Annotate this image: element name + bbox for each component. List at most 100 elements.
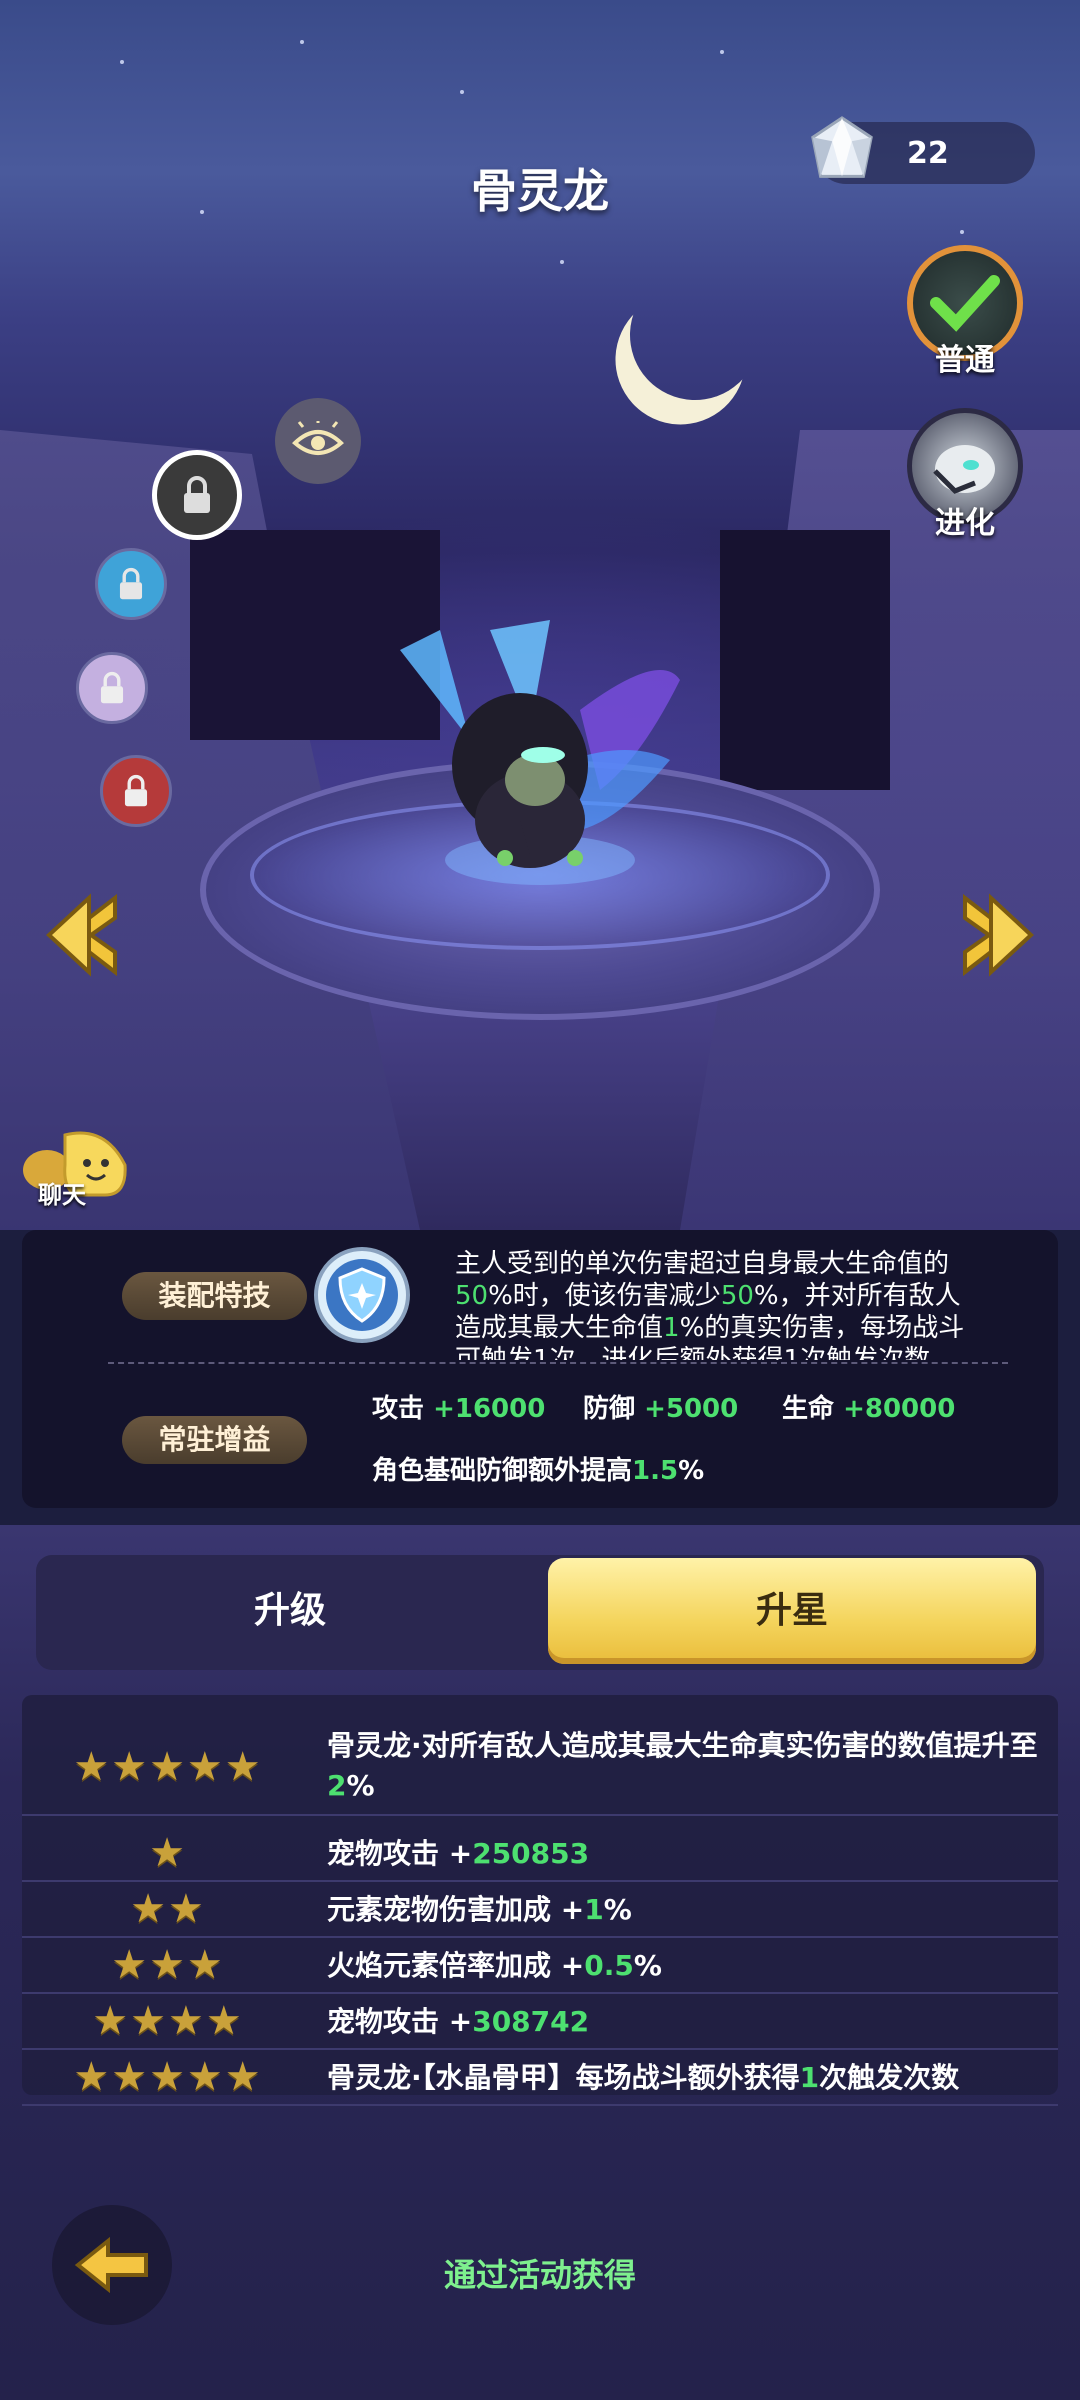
lock-icon <box>119 567 143 600</box>
evolve-mode-label: 进化 <box>935 506 995 541</box>
star-icon: ★ <box>186 2054 223 2100</box>
pet-dragon-image <box>400 620 680 885</box>
stat-attack: 攻击 +16000 <box>372 1388 545 1425</box>
bonus-prefix: 宠物攻击 + <box>327 2005 473 2038</box>
skill-desc-value: 50 <box>455 1281 489 1311</box>
passive-buff-tag: 常驻增益 <box>122 1416 307 1464</box>
star-bonus-row: ★ ★ ★ ★ 宠物攻击 +308742 <box>22 1994 1058 2050</box>
bonus-value: 308742 <box>472 2005 590 2038</box>
star-icon: ★ <box>111 1744 148 1790</box>
star-icon: ★ <box>149 2054 185 2100</box>
skill-desc-part: 发次数 <box>852 1345 931 1360</box>
skill-desc-value: 1 <box>663 1313 680 1343</box>
star-bonus-text: 宠物攻击 +308742 <box>327 2002 1046 2042</box>
stat-defense: 防御 +5000 <box>583 1388 738 1425</box>
skill-slot-eye[interactable] <box>275 398 361 484</box>
star-icon: ★ <box>73 1744 110 1790</box>
bonus-suffix: % <box>346 1769 375 1802</box>
equip-skill-tag: 装配特技 <box>122 1272 307 1320</box>
lock-icon <box>100 671 124 704</box>
skill-slot-locked-3[interactable] <box>76 652 148 724</box>
bonus-value: 250853 <box>472 1837 590 1870</box>
moon-decoration <box>612 252 779 419</box>
bonus-suffix: 次触发次数 <box>819 2061 960 2094</box>
skill-desc-part: 主人受到的单次伤害超过自身最大生命值的 <box>455 1249 950 1279</box>
star-rating: ★ ★ ★ ★ ★ <box>22 1720 312 1814</box>
evolve-mode-button[interactable]: 进化 <box>905 408 1025 542</box>
shield-skill-icon[interactable] <box>312 1245 412 1345</box>
bonus-prefix: 火焰元素倍率加成 + <box>327 1949 585 1982</box>
bonus-value: 2 <box>327 1769 347 1802</box>
star-rating: ★ ★ ★ <box>22 1938 312 1992</box>
equip-skill-description: 主人受到的单次伤害超过自身最大生命值的50%时，使该伤害减少50%，并对所有敌人… <box>455 1248 975 1360</box>
dark-doorway-right <box>720 530 890 790</box>
star-icon: ★ <box>205 1998 242 2044</box>
skill-desc-value: 50 <box>720 1281 754 1311</box>
star-bonus-row: ★ ★ ★ ★ ★ 骨灵龙·【水晶骨甲】每场战斗额外获得1次触发次数 <box>22 2050 1058 2106</box>
star-rating: ★ <box>22 1826 312 1880</box>
star-icon: ★ <box>92 1998 129 2044</box>
gem-currency-display: 22 <box>811 116 1035 184</box>
crystal-gem-icon <box>811 116 873 178</box>
bonus-value: 1 <box>799 2061 820 2094</box>
star-bonus-text: 火焰元素倍率加成 +0.5% <box>327 1946 1046 1986</box>
eye-icon <box>292 421 344 455</box>
stat-value: +16000 <box>433 1394 546 1424</box>
stat-health: 生命 +80000 <box>782 1388 955 1425</box>
star-bonus-row: ★ 宠物攻击 +250853 <box>22 1826 1058 1882</box>
star-rating: ★ ★ ★ ★ <box>22 1994 312 2048</box>
tab-upgrade[interactable]: 升级 <box>40 1558 540 1664</box>
stat-value: +5000 <box>644 1394 739 1424</box>
previous-pet-arrow-icon[interactable] <box>45 890 125 980</box>
bonus-prefix: 骨灵龙·对所有敌人造成其最大生命真实伤害的数值提升至 <box>327 1729 1038 1762</box>
stat-label: 攻击 <box>372 1394 425 1424</box>
star-icon: ★ <box>111 2054 148 2100</box>
star-bonus-row: ★ ★ ★ 火焰元素倍率加成 +0.5% <box>22 1938 1058 1994</box>
stat-value: +80000 <box>843 1394 956 1424</box>
lock-icon <box>184 476 210 513</box>
star-bonus-row: ★ ★ ★ ★ ★ 骨灵龙·对所有敌人造成其最大生命真实伤害的数值提升至 2% <box>22 1720 1058 1816</box>
stat-extra-value: 1.5 <box>632 1456 679 1486</box>
bonus-suffix: % <box>633 1949 662 1982</box>
skill-slot-locked-2[interactable] <box>95 548 167 620</box>
panel-divider <box>108 1362 1008 1364</box>
skill-desc-part: %时，使该伤害减少 <box>488 1281 721 1311</box>
star-icon: ★ <box>149 1942 185 1988</box>
star-icon: ★ <box>149 1744 185 1790</box>
next-pet-arrow-icon[interactable] <box>955 890 1035 980</box>
star-icon: ★ <box>168 1998 204 2044</box>
skill-slot-locked-4[interactable] <box>100 755 172 827</box>
gem-count: 22 <box>907 135 949 171</box>
star-rating: ★ ★ ★ ★ ★ <box>22 2050 312 2104</box>
star-bonus-text: 元素宠物伤害加成 +1% <box>327 1890 1046 1930</box>
bonus-value: 0.5 <box>584 1949 634 1982</box>
stat-label: 防御 <box>583 1394 636 1424</box>
bonus-prefix: 宠物攻击 + <box>327 1837 473 1870</box>
star-icon: ★ <box>168 1886 204 1932</box>
star-bonus-row: ★ ★ 元素宠物伤害加成 +1% <box>22 1882 1058 1938</box>
chat-label[interactable]: 聊天 <box>38 1175 86 1210</box>
star-icon: ★ <box>224 1744 261 1790</box>
bone-dragon-head-icon <box>933 445 995 494</box>
stat-label: 生命 <box>782 1394 835 1424</box>
obtain-via-event-text[interactable]: 通过活动获得 <box>0 2250 1080 2296</box>
normal-mode-button[interactable]: 普通 <box>905 245 1025 379</box>
star-rating: ★ ★ <box>22 1882 312 1936</box>
star-icon: ★ <box>73 2054 110 2100</box>
lock-icon <box>124 774 148 807</box>
star-icon: ★ <box>111 1942 148 1988</box>
normal-mode-label: 普通 <box>935 343 995 378</box>
star-bonus-text: 骨灵龙·【水晶骨甲】每场战斗额外获得1次触发次数 <box>327 2058 1046 2098</box>
star-icon: ★ <box>149 1830 185 1876</box>
skill-slot-locked-1[interactable] <box>152 450 242 540</box>
bonus-suffix: % <box>603 1893 632 1926</box>
bonus-prefix: 元素宠物伤害加成 + <box>327 1893 585 1926</box>
star-icon: ★ <box>186 1942 223 1988</box>
bonus-value: 1 <box>584 1893 604 1926</box>
tab-star-up[interactable]: 升星 <box>548 1558 1036 1664</box>
stat-extra-suffix: % <box>678 1456 705 1486</box>
stat-extra-defense: 角色基础防御额外提高1.5% <box>372 1450 704 1487</box>
star-bonus-text: 骨灵龙·对所有敌人造成其最大生命真实伤害的数值提升至 2% <box>327 1726 1046 1806</box>
star-bonus-text: 宠物攻击 +250853 <box>327 1834 1046 1874</box>
star-icon: ★ <box>130 1886 166 1932</box>
